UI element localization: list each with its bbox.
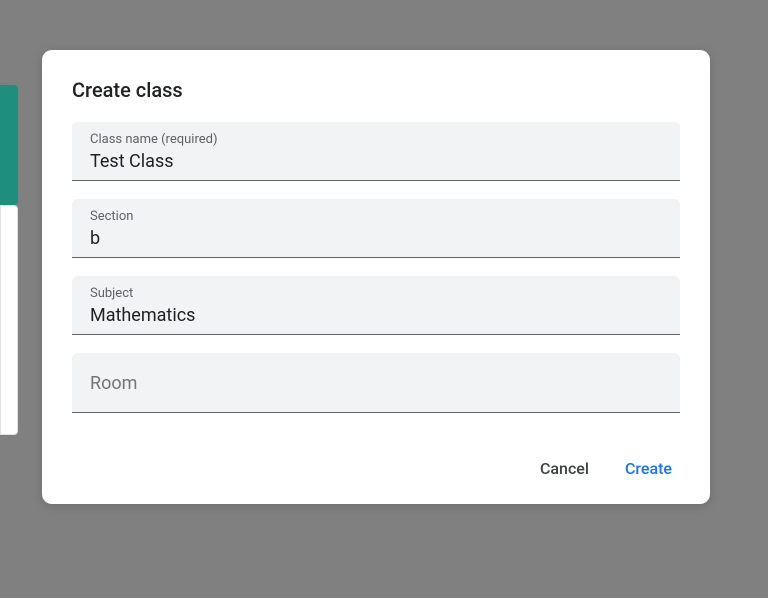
background-class-card-body <box>0 205 18 435</box>
create-button[interactable]: Create <box>621 453 676 484</box>
section-input[interactable] <box>90 228 662 249</box>
room-field[interactable] <box>72 353 680 413</box>
dialog-title: Create class <box>72 78 680 102</box>
create-class-dialog: Create class Class name (required) Secti… <box>42 50 710 504</box>
section-label: Section <box>90 209 662 226</box>
room-input[interactable] <box>90 373 662 394</box>
class-name-field[interactable]: Class name (required) <box>72 122 680 181</box>
class-name-input[interactable] <box>90 151 662 172</box>
subject-field[interactable]: Subject <box>72 276 680 335</box>
background-class-card-header <box>0 85 18 205</box>
subject-label: Subject <box>90 286 662 303</box>
subject-input[interactable] <box>90 305 662 326</box>
section-field[interactable]: Section <box>72 199 680 258</box>
dialog-actions: Cancel Create <box>72 453 680 484</box>
class-name-label: Class name (required) <box>90 132 662 149</box>
cancel-button[interactable]: Cancel <box>536 453 593 484</box>
